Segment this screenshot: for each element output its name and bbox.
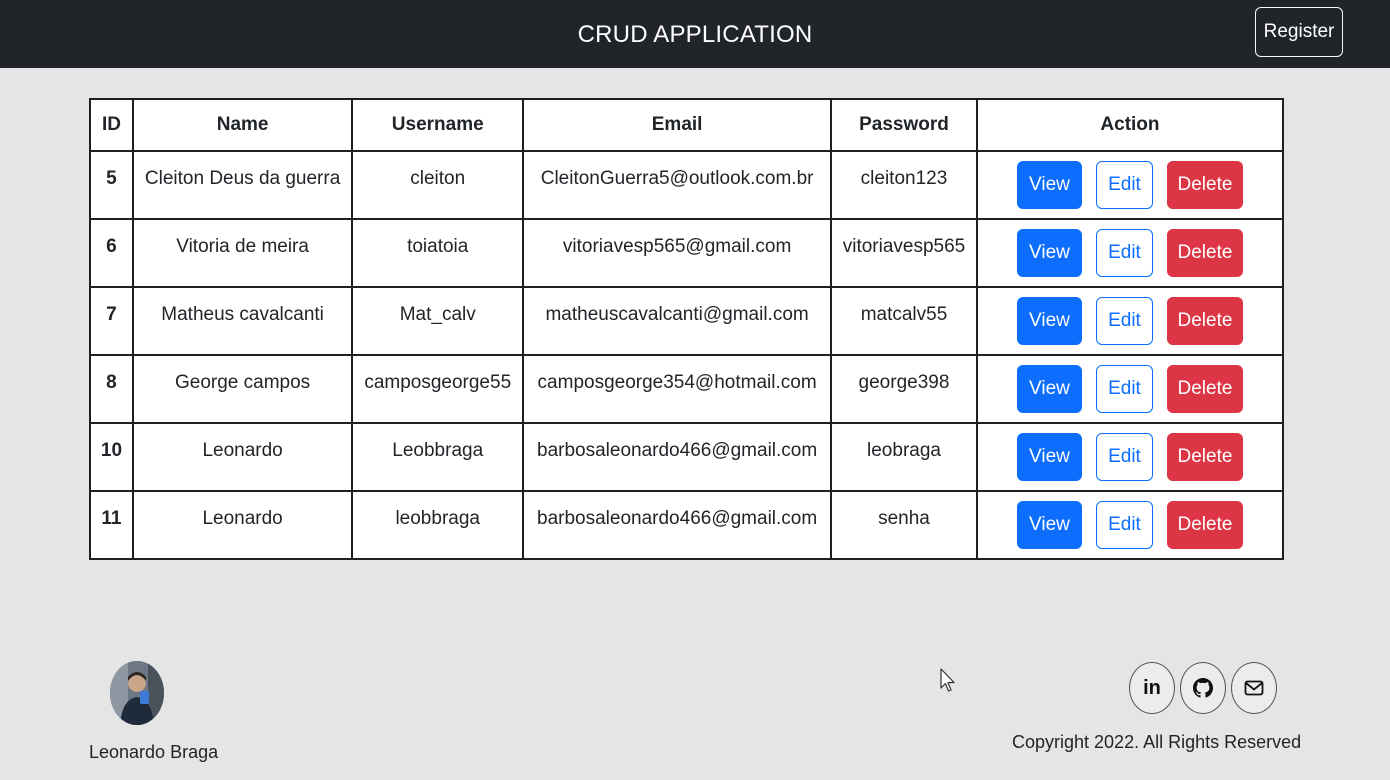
table-row: 8 George campos camposgeorge55 camposgeo… xyxy=(89,354,1285,424)
cell-actions: View Edit Delete xyxy=(975,490,1285,560)
cell-username: Leobbraga xyxy=(351,422,525,492)
edit-button[interactable]: Edit xyxy=(1095,501,1153,549)
cell-password: senha xyxy=(830,490,978,560)
table-row: 5 Cleiton Deus da guerra cleiton Cleiton… xyxy=(89,150,1285,220)
app-title: CRUD APPLICATION xyxy=(577,21,813,48)
cell-password: matcalv55 xyxy=(830,286,978,356)
users-table: ID Name Username Email Password Action 5… xyxy=(89,98,1285,560)
cell-username: cleiton xyxy=(351,150,525,220)
mouse-cursor-icon xyxy=(940,668,955,692)
cell-id: 8 xyxy=(89,354,134,424)
cell-id: 5 xyxy=(89,150,134,220)
cell-id: 11 xyxy=(89,490,134,560)
cell-password: cleiton123 xyxy=(830,150,978,220)
delete-button[interactable]: Delete xyxy=(1166,297,1243,345)
view-button[interactable]: View xyxy=(1016,161,1082,209)
delete-button[interactable]: Delete xyxy=(1166,161,1243,209)
cell-id: 7 xyxy=(89,286,134,356)
cell-id: 6 xyxy=(89,218,134,288)
cell-actions: View Edit Delete xyxy=(975,354,1285,424)
table-row: 10 Leonardo Leobbraga barbosaleonardo466… xyxy=(89,422,1285,492)
table-row: 11 Leonardo leobbraga barbosaleonardo466… xyxy=(89,490,1285,560)
table-header-row: ID Name Username Email Password Action xyxy=(89,98,1285,152)
table-row: 7 Matheus cavalcanti Mat_calv matheuscav… xyxy=(89,286,1285,356)
email-link[interactable] xyxy=(1231,662,1277,714)
cell-username: leobbraga xyxy=(351,490,525,560)
cell-name: George campos xyxy=(131,354,354,424)
github-icon xyxy=(1193,678,1213,698)
view-button[interactable]: View xyxy=(1016,433,1082,481)
column-header-password: Password xyxy=(830,98,978,152)
linkedin-link[interactable]: in xyxy=(1129,662,1175,714)
avatar xyxy=(110,661,164,725)
navbar: CRUD APPLICATION Register xyxy=(0,0,1390,68)
view-button[interactable]: View xyxy=(1016,501,1082,549)
register-button[interactable]: Register xyxy=(1255,7,1343,57)
cell-password: vitoriavesp565 xyxy=(830,218,978,288)
cell-username: camposgeorge55 xyxy=(351,354,525,424)
cell-actions: View Edit Delete xyxy=(975,218,1285,288)
cell-actions: View Edit Delete xyxy=(975,286,1285,356)
cell-username: Mat_calv xyxy=(351,286,525,356)
cell-email: matheuscavalcanti@gmail.com xyxy=(522,286,833,356)
view-button[interactable]: View xyxy=(1016,365,1082,413)
column-header-id: ID xyxy=(89,98,134,152)
delete-button[interactable]: Delete xyxy=(1166,365,1243,413)
edit-button[interactable]: Edit xyxy=(1095,365,1153,413)
column-header-username: Username xyxy=(351,98,525,152)
table-row: 6 Vitoria de meira toiatoia vitoriavesp5… xyxy=(89,218,1285,288)
cell-email: camposgeorge354@hotmail.com xyxy=(522,354,833,424)
delete-button[interactable]: Delete xyxy=(1166,433,1243,481)
cell-email: CleitonGuerra5@outlook.com.br xyxy=(522,150,833,220)
cell-username: toiatoia xyxy=(351,218,525,288)
cell-actions: View Edit Delete xyxy=(975,150,1285,220)
edit-button[interactable]: Edit xyxy=(1095,229,1153,277)
column-header-name: Name xyxy=(131,98,354,152)
cell-email: barbosaleonardo466@gmail.com xyxy=(522,490,833,560)
cell-name: Vitoria de meira xyxy=(131,218,354,288)
cell-email: vitoriavesp565@gmail.com xyxy=(522,218,833,288)
delete-button[interactable]: Delete xyxy=(1166,229,1243,277)
github-link[interactable] xyxy=(1180,662,1226,714)
cell-name: Leonardo xyxy=(131,422,354,492)
edit-button[interactable]: Edit xyxy=(1095,433,1153,481)
cell-actions: View Edit Delete xyxy=(975,422,1285,492)
mail-icon xyxy=(1244,680,1264,696)
cell-password: leobraga xyxy=(830,422,978,492)
avatar-photo xyxy=(110,661,164,725)
cell-name: Cleiton Deus da guerra xyxy=(131,150,354,220)
linkedin-icon: in xyxy=(1143,676,1161,699)
cell-id: 10 xyxy=(89,422,134,492)
cell-name: Matheus cavalcanti xyxy=(131,286,354,356)
author-name: Leonardo Braga xyxy=(89,742,219,762)
view-button[interactable]: View xyxy=(1016,229,1082,277)
copyright-text: Copyright 2022. All Rights Reserved xyxy=(1012,732,1302,752)
edit-button[interactable]: Edit xyxy=(1095,297,1153,345)
edit-button[interactable]: Edit xyxy=(1095,161,1153,209)
column-header-email: Email xyxy=(522,98,833,152)
cell-name: Leonardo xyxy=(131,490,354,560)
cell-password: george398 xyxy=(830,354,978,424)
cell-email: barbosaleonardo466@gmail.com xyxy=(522,422,833,492)
delete-button[interactable]: Delete xyxy=(1166,501,1243,549)
column-header-action: Action xyxy=(975,98,1285,152)
view-button[interactable]: View xyxy=(1016,297,1082,345)
